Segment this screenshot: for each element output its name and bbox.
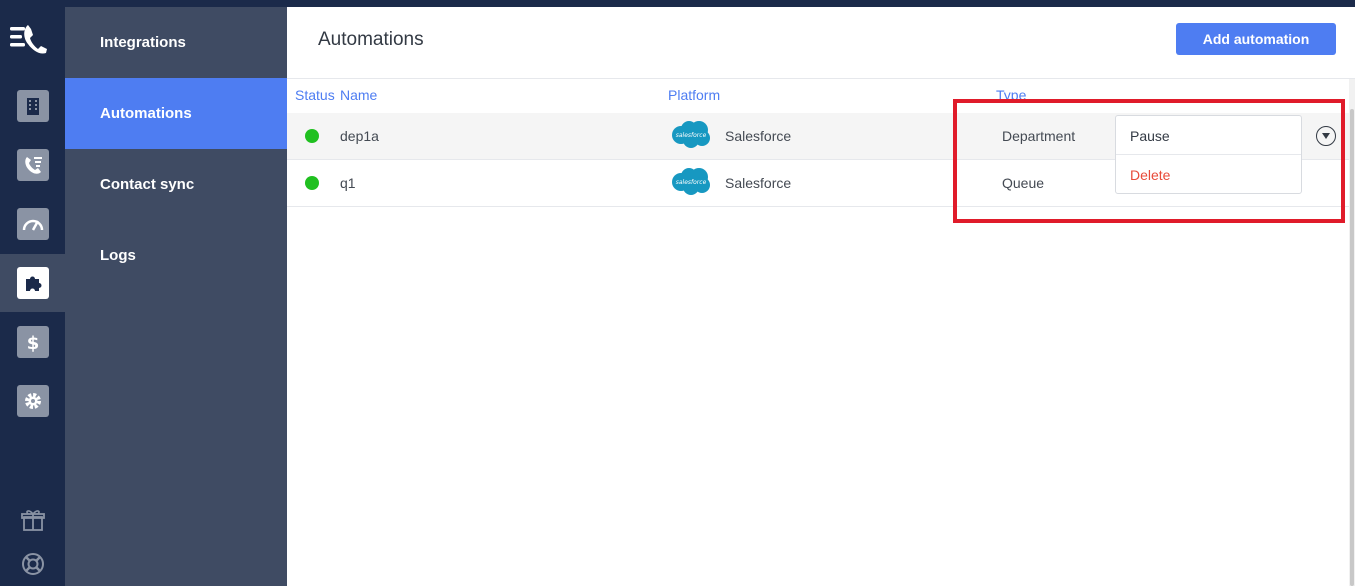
- platform-name: Salesforce: [725, 175, 792, 191]
- nav-company[interactable]: [0, 77, 65, 135]
- platform-name: Salesforce: [725, 128, 792, 144]
- column-header-platform[interactable]: Platform: [668, 87, 720, 103]
- svg-text:salesforce: salesforce: [676, 179, 707, 186]
- gear-icon: [16, 385, 49, 417]
- top-bar: [0, 0, 1355, 7]
- logo-icon[interactable]: [10, 22, 50, 58]
- status-active-indicator: [305, 129, 319, 143]
- scrollbar-thumb[interactable]: [1350, 109, 1354, 586]
- nav-billing[interactable]: $: [0, 313, 65, 371]
- svg-text:salesforce: salesforce: [676, 132, 707, 139]
- puzzle-icon: [16, 267, 49, 299]
- nav-calls[interactable]: [0, 136, 65, 194]
- integrations-subnav: Integrations Automations Contact sync Lo…: [65, 7, 287, 586]
- building-icon: [16, 90, 49, 122]
- header-divider: [287, 78, 1355, 79]
- subnav-item-automations[interactable]: Automations: [65, 78, 287, 149]
- nav-settings[interactable]: [0, 372, 65, 430]
- call-list-icon: [16, 149, 49, 181]
- nav-dashboard[interactable]: [0, 195, 65, 253]
- automation-name: dep1a: [340, 128, 379, 144]
- page-title: Automations: [318, 29, 424, 50]
- salesforce-logo-icon: salesforce: [670, 119, 712, 149]
- gift-icon[interactable]: [0, 502, 65, 538]
- add-automation-button[interactable]: Add automation: [1176, 23, 1336, 55]
- vertical-scrollbar[interactable]: [1349, 79, 1355, 586]
- dollar-icon: $: [16, 326, 49, 358]
- svg-text:$: $: [26, 333, 39, 353]
- column-header-status[interactable]: Status: [295, 87, 335, 103]
- main-panel: Automations Add automation Status Name P…: [287, 7, 1355, 586]
- column-header-name[interactable]: Name: [340, 87, 377, 103]
- annotation-highlight-box: [953, 99, 1345, 223]
- salesforce-logo-icon: salesforce: [670, 166, 712, 196]
- speedometer-icon: [16, 208, 49, 240]
- nav-integrations[interactable]: [0, 254, 65, 312]
- subnav-item-contact-sync[interactable]: Contact sync: [65, 149, 287, 220]
- automation-name: q1: [340, 175, 356, 191]
- lifebuoy-icon[interactable]: [0, 546, 65, 582]
- status-active-indicator: [305, 176, 319, 190]
- subnav-item-integrations[interactable]: Integrations: [65, 7, 287, 78]
- subnav-item-logs[interactable]: Logs: [65, 220, 287, 291]
- icon-rail: $: [0, 0, 65, 586]
